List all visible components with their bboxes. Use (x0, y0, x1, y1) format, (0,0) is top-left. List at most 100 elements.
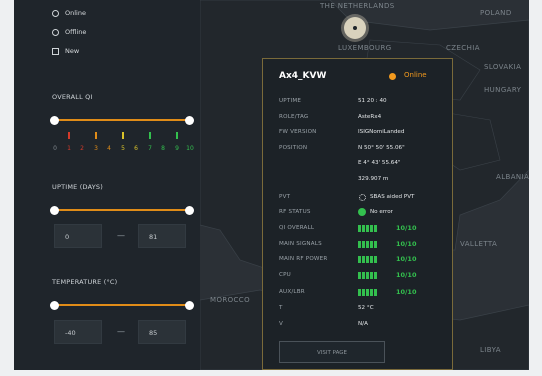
qi-tick-number: 3 (94, 145, 98, 152)
qi-overall-value: 10/10 (396, 224, 417, 232)
uptime-value: 51 20 : 40 (358, 98, 387, 104)
overall-qi-scale: 0 1 2 3 4 5 6 7 8 9 10 (53, 132, 194, 156)
voltage-value: N/A (358, 321, 368, 327)
device-status: Online (404, 71, 427, 79)
slider-max-handle[interactable] (185, 205, 194, 215)
qi-tick-number: 10 (186, 145, 194, 152)
temperature-key: T (279, 305, 283, 311)
window-frame-left (0, 0, 14, 376)
device-name: Ax4_KVW (279, 71, 327, 81)
position-key: POSITION (279, 145, 308, 151)
cpu-key: CPU (279, 272, 291, 278)
filter-sidebar: Online Offline New OVERALL QI 0 1 2 3 4 5 6 7 8 9… (14, 0, 201, 370)
qi-tick-mark (176, 132, 178, 139)
filter-new-label: New (65, 47, 80, 55)
range-separator: — (117, 327, 125, 336)
filter-new-option[interactable]: New (52, 47, 79, 55)
qi-tick-number: 2 (80, 145, 84, 152)
pvt-key: PVT (279, 194, 291, 200)
map-label-albania: ALBANIA (496, 173, 529, 181)
qi-tick-mark (95, 132, 97, 139)
voltage-key: V (279, 321, 284, 327)
signal-bars-icon (358, 225, 377, 232)
signal-bars-icon (358, 256, 377, 263)
device-location-marker[interactable] (344, 17, 366, 39)
qi-tick-number: 0 (53, 145, 57, 152)
qi-tick-number: 5 (121, 145, 125, 152)
slider-min-handle[interactable] (50, 300, 59, 310)
gear-icon (359, 194, 366, 201)
map-label-hungary: HUNGARY (484, 86, 522, 94)
uptime-label: UPTIME (DAYS) (52, 183, 103, 191)
aux-value: 10/10 (396, 288, 417, 296)
temperature-max-input[interactable]: 85 (138, 320, 186, 344)
qi-tick-number: 1 (67, 145, 71, 152)
marker-dot (351, 24, 359, 32)
overall-qi-label: OVERALL QI (52, 93, 93, 101)
role-key: ROLE/TAG (279, 114, 309, 120)
window-frame-right (529, 0, 542, 376)
radio-icon[interactable] (52, 28, 59, 36)
main-rf-power-value: 10/10 (396, 255, 417, 263)
uptime-slider[interactable] (50, 205, 194, 215)
main-rf-power-key: MAIN RF POWER (279, 256, 328, 262)
signal-bars-icon (358, 241, 377, 248)
qi-tick-mark (149, 132, 151, 139)
fw-version-value: ISIGNomiLanded (358, 129, 405, 135)
map-label-valletta: VALLETTA (460, 240, 498, 248)
rf-status-value: No error (370, 209, 393, 215)
main-signals-value: 10/10 (396, 240, 417, 248)
slider-min-handle[interactable] (50, 205, 59, 215)
map-label-libya: LIBYA (480, 346, 501, 354)
checkbox-icon[interactable] (52, 47, 59, 55)
qi-overall-key: QI OVERALL (279, 225, 315, 231)
qi-tick-number: 4 (107, 145, 111, 152)
qi-tick-number: 8 (161, 145, 165, 152)
map-label-czechia: CZECHIA (446, 44, 480, 52)
aux-key: AUX/LBR (279, 289, 305, 295)
map-label-morocco: MOROCCO (210, 296, 251, 304)
filter-offline-option[interactable]: Offline (52, 28, 86, 36)
position-latitude: N 50° 50' 55.06" (358, 145, 405, 151)
qi-tick-number: 6 (134, 145, 138, 152)
position-altitude: 329.907 m (358, 176, 389, 182)
slider-max-handle[interactable] (185, 300, 194, 310)
slider-min-handle[interactable] (50, 115, 59, 125)
filter-offline-label: Offline (65, 28, 87, 36)
uptime-key: UPTIME (279, 98, 302, 104)
rf-ok-icon (358, 208, 366, 216)
qi-tick-mark (68, 132, 70, 139)
slider-max-handle[interactable] (185, 115, 194, 125)
temperature-label: TEMPERATURE (°C) (52, 278, 118, 286)
temperature-slider[interactable] (50, 300, 194, 310)
uptime-min-input[interactable]: 0 (54, 224, 102, 248)
main-signals-key: MAIN SIGNALS (279, 241, 322, 247)
uptime-max-input[interactable]: 81 (138, 224, 186, 248)
position-longitude: E 4° 43' 55.64" (358, 160, 401, 166)
cpu-value: 10/10 (396, 271, 417, 279)
fw-version-key: FW VERSION (279, 129, 317, 135)
slider-range-fill (54, 119, 189, 121)
filter-online-label: Online (65, 9, 86, 17)
qi-tick-number: 7 (148, 145, 152, 152)
map-label-netherlands: THE NETHERLANDS (320, 2, 395, 10)
pvt-value: SBAS aided PVT (370, 194, 415, 200)
overall-qi-slider[interactable] (50, 115, 194, 125)
role-value: AsteRx4 (358, 114, 382, 120)
map-label-poland: POLAND (480, 9, 512, 17)
map-label-luxembourg: LUXEMBOURG (338, 44, 392, 52)
qi-tick-number: 9 (175, 145, 179, 152)
filter-online-option[interactable]: Online (52, 9, 86, 17)
range-separator: — (117, 231, 125, 240)
qi-tick-mark (122, 132, 124, 139)
signal-bars-icon (358, 289, 377, 296)
map-label-slovakia: SLOVAKIA (484, 63, 522, 71)
rf-status-key: RF STATUS (279, 209, 311, 215)
radio-icon[interactable] (52, 9, 59, 17)
signal-bars-icon (358, 272, 377, 279)
status-online-icon (389, 73, 396, 80)
visit-page-button[interactable]: VISIT PAGE (279, 341, 385, 363)
temperature-min-input[interactable]: -40 (54, 320, 102, 344)
window-frame-bottom (0, 370, 542, 376)
temperature-value: 52 °C (358, 305, 374, 311)
